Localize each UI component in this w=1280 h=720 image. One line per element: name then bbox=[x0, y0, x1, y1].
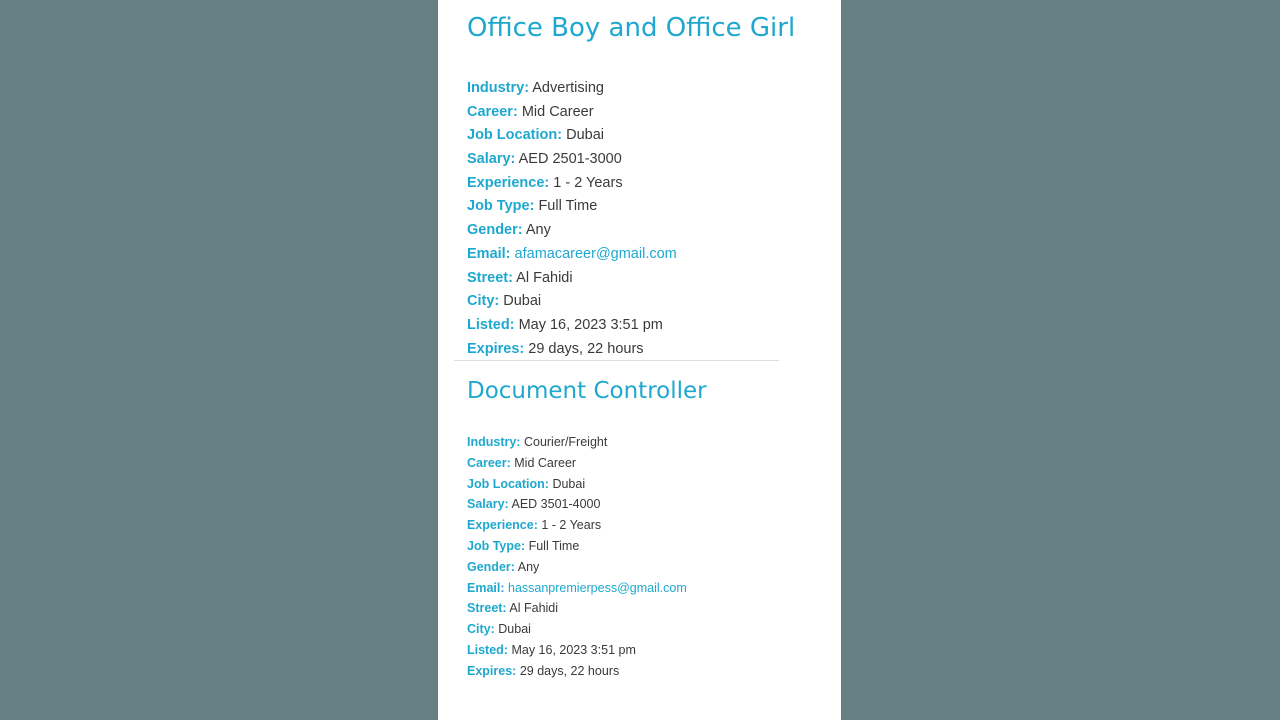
detail-label: Street: bbox=[467, 269, 513, 286]
detail-label: Listed: bbox=[467, 316, 515, 333]
detail-value: Any bbox=[525, 222, 551, 239]
detail-street: Street: Al Fahidi bbox=[467, 267, 795, 291]
detail-value: Dubai bbox=[498, 622, 531, 637]
detail-value: Dubai bbox=[566, 127, 604, 144]
detail-label: City: bbox=[467, 293, 500, 310]
detail-label: Job Type: bbox=[467, 198, 535, 215]
detail-label: Expires: bbox=[467, 663, 517, 678]
detail-label: Experience: bbox=[467, 518, 538, 533]
detail-value: Any bbox=[517, 559, 540, 574]
job-title[interactable]: Document Controller bbox=[467, 374, 707, 408]
detail-salary: Salary: AED 2501-3000 bbox=[467, 148, 795, 172]
detail-value: Al Fahidi bbox=[509, 601, 559, 616]
job-listing-document-controller: Document Controller Industry: Courier/Fr… bbox=[467, 374, 707, 682]
detail-value: Courier/Freight bbox=[523, 435, 608, 449]
detail-experience: Experience: 1 - 2 Years bbox=[467, 515, 707, 536]
detail-city: City: Dubai bbox=[467, 290, 795, 314]
detail-value: May 16, 2023 3:51 pm bbox=[518, 316, 663, 333]
detail-value: Advertising bbox=[532, 80, 604, 96]
job-listing-office-boy: Office Boy and Office Girl Industry: Adv… bbox=[467, 10, 795, 361]
detail-career: Career: Mid Career bbox=[467, 101, 795, 125]
job-title[interactable]: Office Boy and Office Girl bbox=[467, 10, 795, 46]
detail-salary: Salary: AED 3501-4000 bbox=[467, 494, 707, 515]
detail-label: Salary: bbox=[467, 151, 516, 168]
detail-label: Gender: bbox=[467, 222, 523, 239]
detail-job-location: Job Location: Dubai bbox=[467, 124, 795, 148]
detail-label: City: bbox=[467, 622, 495, 637]
detail-value: Full Time bbox=[528, 538, 580, 553]
detail-job-type: Job Type: Full Time bbox=[467, 536, 707, 557]
detail-value: 29 days, 22 hours bbox=[528, 340, 644, 357]
detail-label: Job Type: bbox=[467, 538, 526, 553]
detail-email: Email: hassanpremierpess@gmail.com bbox=[467, 578, 707, 599]
detail-label: Job Location: bbox=[467, 127, 563, 144]
detail-label: Industry: bbox=[467, 435, 521, 449]
detail-value: 1 - 2 Years bbox=[541, 518, 602, 533]
detail-value: AED 2501-3000 bbox=[518, 151, 622, 168]
detail-value: Dubai bbox=[503, 293, 542, 310]
detail-label: Career: bbox=[467, 455, 511, 470]
detail-label: Gender: bbox=[467, 559, 515, 574]
job-listings-page: Office Boy and Office Girl Industry: Adv… bbox=[438, 0, 841, 720]
detail-label: Career: bbox=[467, 103, 518, 120]
detail-label: Expires: bbox=[467, 340, 525, 357]
detail-value: Dubai bbox=[552, 476, 586, 491]
detail-job-type: Job Type: Full Time bbox=[467, 195, 795, 219]
detail-expires: Expires: 29 days, 22 hours bbox=[467, 661, 707, 682]
detail-gender: Gender: Any bbox=[467, 219, 795, 243]
detail-industry: Industry: Courier/Freight bbox=[467, 432, 707, 453]
email-link[interactable]: hassanpremierpess@gmail.com bbox=[508, 581, 687, 595]
detail-street: Street: Al Fahidi bbox=[467, 598, 707, 619]
detail-label: Email: bbox=[467, 580, 505, 595]
detail-city: City: Dubai bbox=[467, 619, 707, 640]
detail-label: Street: bbox=[467, 601, 507, 616]
detail-label: Experience: bbox=[467, 174, 550, 191]
detail-industry: Industry: Advertising bbox=[467, 77, 795, 101]
detail-gender: Gender: Any bbox=[467, 557, 707, 578]
detail-listed: Listed: May 16, 2023 3:51 pm bbox=[467, 314, 795, 338]
detail-value: May 16, 2023 3:51 pm bbox=[511, 642, 636, 657]
detail-expires: Expires: 29 days, 22 hours bbox=[467, 338, 795, 362]
detail-label: Email: bbox=[467, 245, 511, 262]
detail-listed: Listed: May 16, 2023 3:51 pm bbox=[467, 640, 707, 661]
detail-experience: Experience: 1 - 2 Years bbox=[467, 172, 795, 196]
job-details: Industry: Courier/Freight Career: Mid Ca… bbox=[467, 432, 707, 682]
detail-label: Industry: bbox=[467, 80, 530, 96]
job-details: Industry: Advertising Career: Mid Career… bbox=[467, 77, 795, 361]
detail-label: Listed: bbox=[467, 642, 508, 657]
email-link[interactable]: afamacareer@gmail.com bbox=[515, 246, 677, 262]
detail-value: AED 3501-4000 bbox=[511, 497, 601, 512]
detail-value: Al Fahidi bbox=[516, 269, 573, 286]
detail-value: 29 days, 22 hours bbox=[519, 663, 620, 678]
detail-value: Mid Career bbox=[514, 455, 577, 470]
listing-divider bbox=[454, 360, 779, 361]
detail-career: Career: Mid Career bbox=[467, 453, 707, 474]
detail-value: Mid Career bbox=[521, 103, 594, 120]
detail-email: Email: afamacareer@gmail.com bbox=[467, 243, 795, 267]
detail-value: 1 - 2 Years bbox=[553, 174, 623, 191]
detail-label: Job Location: bbox=[467, 476, 549, 491]
detail-label: Salary: bbox=[467, 497, 509, 512]
detail-job-location: Job Location: Dubai bbox=[467, 474, 707, 495]
detail-value: Full Time bbox=[538, 198, 598, 215]
